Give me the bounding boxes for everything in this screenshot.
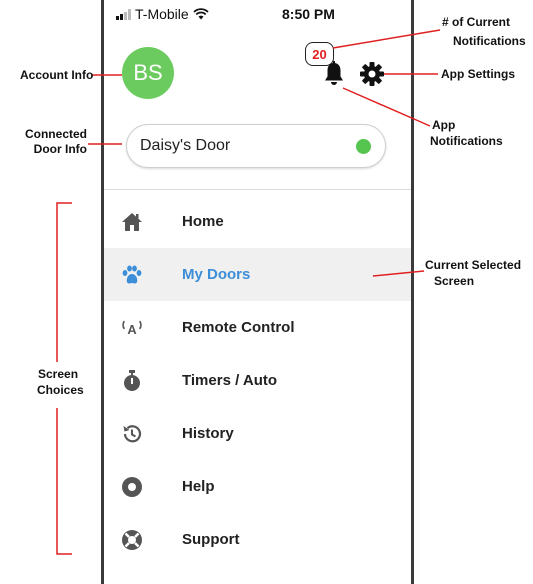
annotation-connected-door-line1: Connected <box>24 127 87 141</box>
annotation-app-settings: App Settings <box>441 67 515 81</box>
nav-item-remote-control[interactable]: A Remote Control <box>104 301 411 354</box>
nav-label: Timers / Auto <box>182 372 278 389</box>
annotation-num-notifications-line1: # of Current <box>442 15 511 29</box>
nav-label: History <box>182 425 234 442</box>
app-drawer: T-Mobile 8:50 PM BS 20 Daisy's Door Home… <box>104 0 411 584</box>
nav-item-history[interactable]: History <box>104 407 411 460</box>
paw-icon <box>120 263 144 287</box>
screen-nav-list: Home My Doors A Remote Control Timers / … <box>104 195 411 566</box>
history-icon <box>120 422 144 446</box>
nav-label: Support <box>182 531 240 548</box>
annotation-current-screen-line1: Current Selected <box>425 258 522 272</box>
bell-icon[interactable] <box>322 61 346 87</box>
stopwatch-icon <box>120 369 144 393</box>
lifebuoy-icon <box>120 528 144 552</box>
nav-item-home[interactable]: Home <box>104 195 411 248</box>
annotation-account-info: Account Info <box>20 68 94 82</box>
nav-label: Remote Control <box>182 319 295 336</box>
nav-item-my-doors[interactable]: My Doors <box>104 248 411 301</box>
annotation-app-notifications-line1: App <box>432 118 456 132</box>
annotation-app-notifications-line2: Notifications <box>430 134 503 148</box>
svg-text:A: A <box>127 322 136 337</box>
phone-frame-right <box>411 0 414 584</box>
annotation-screen-choices-line1: Screen <box>38 367 79 381</box>
nav-item-support[interactable]: Support <box>104 513 411 566</box>
annotation-connected-door-line2: Door Info <box>33 142 87 156</box>
carrier-info: T-Mobile <box>116 6 209 22</box>
nav-label: Home <box>182 213 224 230</box>
nav-label: My Doors <box>182 266 251 283</box>
wifi-icon <box>193 8 209 20</box>
annotation-num-notifications-line2: Notifications <box>453 34 526 48</box>
nav-label: Help <box>182 478 215 495</box>
gear-icon[interactable] <box>359 61 385 87</box>
door-name: Daisy's Door <box>140 137 231 154</box>
divider <box>104 189 411 190</box>
door-status-indicator <box>356 139 371 154</box>
help-circle-icon <box>120 475 144 499</box>
home-icon <box>120 210 144 234</box>
annotation-screen-choices-line2: Choices <box>37 383 84 397</box>
account-avatar[interactable]: BS <box>122 47 174 99</box>
nav-item-help[interactable]: Help <box>104 460 411 513</box>
status-bar: T-Mobile 8:50 PM <box>104 6 411 26</box>
nav-item-timers[interactable]: Timers / Auto <box>104 354 411 407</box>
connected-door-selector[interactable]: Daisy's Door <box>126 124 386 168</box>
signal-icon <box>116 8 131 20</box>
remote-antenna-icon: A <box>120 316 144 340</box>
status-time: 8:50 PM <box>282 6 335 22</box>
carrier-name: T-Mobile <box>135 6 189 22</box>
annotation-current-screen-line2: Screen <box>434 274 475 288</box>
